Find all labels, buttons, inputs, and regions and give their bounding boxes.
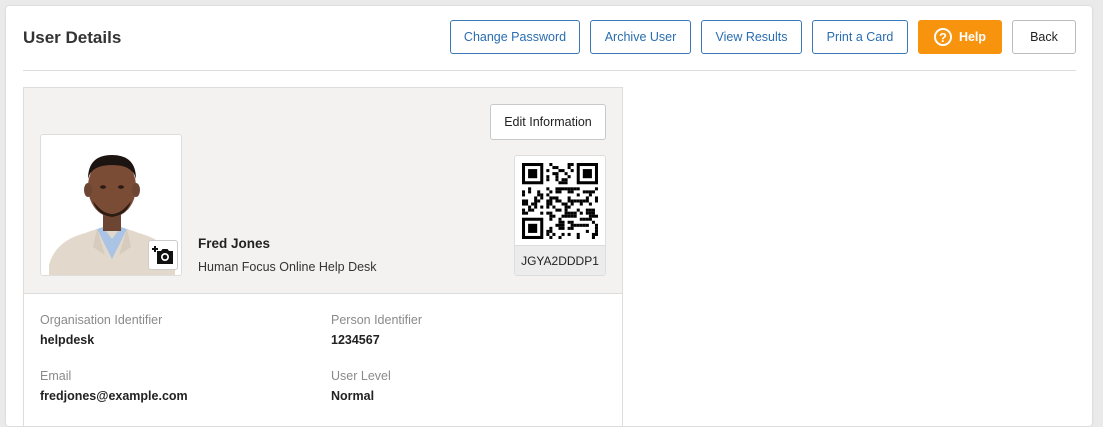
- org-identifier-value: helpdesk: [40, 333, 95, 347]
- user-card: Edit Information Fred Jones Human Focus …: [23, 87, 623, 427]
- qr-code-box: JGYA2DDDP1: [514, 155, 606, 276]
- header-divider: [23, 70, 1076, 71]
- user-organisation: Human Focus Online Help Desk: [198, 260, 377, 274]
- person-identifier-value: 1234567: [331, 333, 380, 347]
- qr-code-icon: [522, 163, 598, 239]
- user-name: Fred Jones: [198, 236, 271, 251]
- email-label: Email: [40, 369, 72, 383]
- page-title: User Details: [23, 28, 122, 47]
- question-circle-icon: ?: [933, 28, 952, 46]
- help-label: Help: [958, 30, 987, 44]
- change-photo-button[interactable]: [148, 240, 178, 270]
- camera-plus-icon: [152, 246, 173, 264]
- qr-code-value: JGYA2DDDP1: [515, 245, 605, 275]
- email-value: fredjones@example.com: [40, 389, 188, 403]
- print-card-button[interactable]: Print a Card: [812, 20, 908, 54]
- person-identifier-label: Person Identifier: [331, 313, 423, 327]
- user-details-panel: User Details Change Password Archive Use…: [6, 6, 1092, 427]
- help-button[interactable]: ? Help: [918, 20, 1002, 54]
- user-level-value: Normal: [331, 389, 375, 403]
- view-results-button[interactable]: View Results: [701, 20, 802, 54]
- org-identifier-label: Organisation Identifier: [40, 313, 163, 327]
- user-level-label: User Level: [331, 369, 391, 383]
- back-button[interactable]: Back: [1012, 20, 1076, 54]
- archive-user-button[interactable]: Archive User: [590, 20, 691, 54]
- edit-information-button[interactable]: Edit Information: [490, 104, 606, 140]
- change-password-button[interactable]: Change Password: [450, 20, 580, 54]
- user-card-header: Edit Information Fred Jones Human Focus …: [24, 88, 622, 294]
